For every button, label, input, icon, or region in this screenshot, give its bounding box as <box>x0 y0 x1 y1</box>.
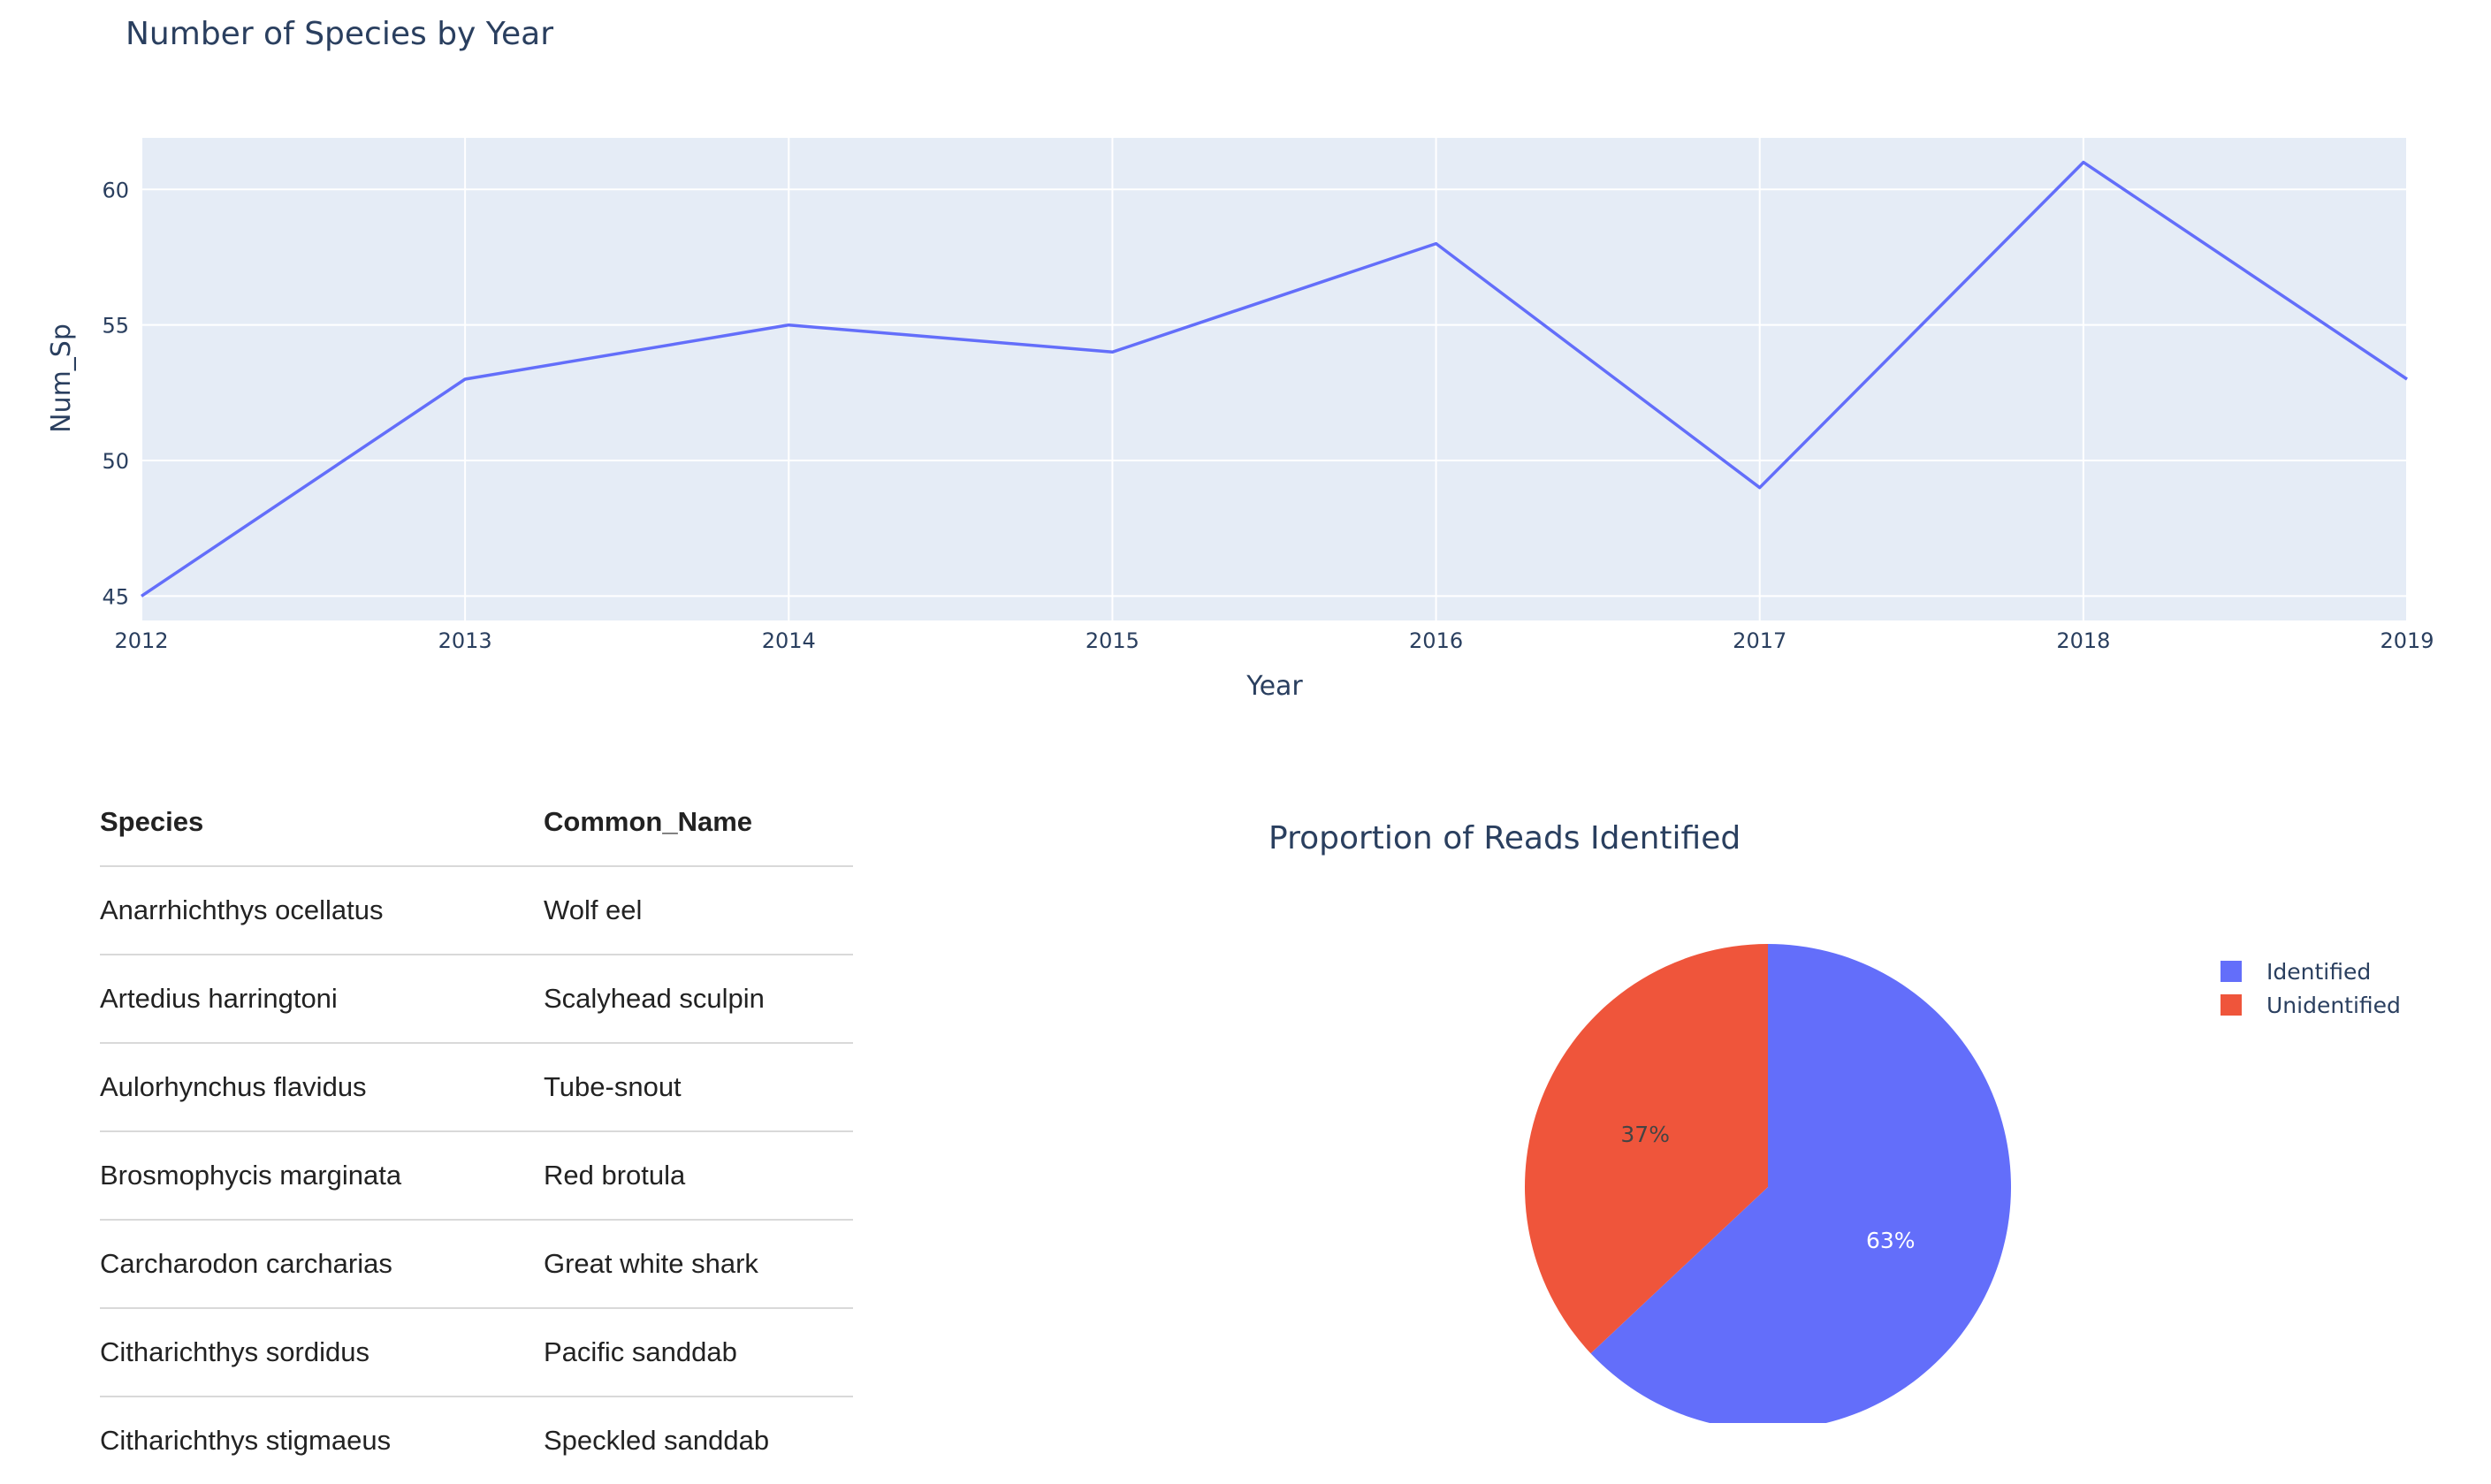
species-cell: Artedius harringtoni <box>100 954 544 1043</box>
x-tick-label: 2019 <box>2380 628 2434 653</box>
legend-label-identified: Identified <box>2266 958 2372 985</box>
species-cell: Anarrhichthys ocellatus <box>100 865 544 955</box>
dashboard: Number of Species by Year 2012 2013 2014 20… <box>0 0 2491 1484</box>
common-name-cell: Scalyhead sculpin <box>544 954 853 1043</box>
table-row: Aulorhynchus flavidus Tube-snout <box>100 1042 853 1131</box>
species-cell: Aulorhynchus flavidus <box>100 1042 544 1131</box>
table-row: Citharichthys sordidus Pacific sanddab <box>100 1307 853 1396</box>
table-row: Anarrhichthys ocellatus Wolf eel <box>100 865 853 955</box>
table-row: Carcharodon carcharias Great white shark <box>100 1219 853 1308</box>
pie-legend: Identified Unidentified <box>2221 955 2401 1022</box>
line-plot-background <box>141 138 2407 620</box>
species-table: Species Common_Name Anarrhichthys ocella… <box>100 778 853 1484</box>
x-tick-label: 2015 <box>1086 628 1139 653</box>
legend-swatch-unidentified <box>2221 994 2242 1016</box>
table-header-species[interactable]: Species <box>100 778 544 866</box>
x-axis-label: Year <box>1246 671 1303 702</box>
x-tick-label: 2016 <box>1409 628 1463 653</box>
line-x-ticks: 2012 2013 2014 2015 2016 2017 2018 2019 <box>114 628 2434 653</box>
common-name-cell: Pacific sanddab <box>544 1307 853 1396</box>
legend-item-identified[interactable]: Identified <box>2221 955 2401 988</box>
common-name-cell: Red brotula <box>544 1130 853 1220</box>
species-cell: Citharichthys stigmaeus <box>100 1396 544 1484</box>
table-header-row: Species Common_Name <box>100 778 853 866</box>
pie-chart-title: Proportion of Reads Identified <box>1268 820 1741 856</box>
x-tick-label: 2013 <box>438 628 492 653</box>
common-name-cell: Wolf eel <box>544 865 853 955</box>
y-tick-label: 50 <box>102 449 129 474</box>
table-row: Brosmophycis marginata Red brotula <box>100 1130 853 1220</box>
y-tick-label: 60 <box>102 178 129 202</box>
legend-label-unidentified: Unidentified <box>2266 992 2401 1018</box>
line-chart[interactable]: 2012 2013 2014 2015 2016 2017 2018 2019 45 50 55 6… <box>0 0 2491 725</box>
x-tick-label: 2018 <box>2056 628 2110 653</box>
common-name-cell: Speckled sanddab <box>544 1396 853 1484</box>
common-name-cell: Great white shark <box>544 1219 853 1308</box>
x-tick-label: 2012 <box>114 628 168 653</box>
y-tick-label: 45 <box>102 584 129 609</box>
line-y-ticks: 45 50 55 60 <box>102 178 129 609</box>
table-row: Citharichthys stigmaeus Speckled sanddab <box>100 1396 853 1484</box>
table-row: Artedius harringtoni Scalyhead sculpin <box>100 954 853 1043</box>
species-cell: Brosmophycis marginata <box>100 1130 544 1220</box>
y-tick-label: 55 <box>102 314 129 339</box>
pie-slices <box>1524 944 2011 1423</box>
x-tick-label: 2014 <box>762 628 816 653</box>
common-name-cell: Tube-snout <box>544 1042 853 1131</box>
species-cell: Carcharodon carcharias <box>100 1219 544 1308</box>
legend-item-unidentified[interactable]: Unidentified <box>2221 988 2401 1022</box>
species-cell: Citharichthys sordidus <box>100 1307 544 1396</box>
table-header-common-name[interactable]: Common_Name <box>544 778 853 866</box>
legend-swatch-identified <box>2221 961 2242 982</box>
x-tick-label: 2017 <box>1733 628 1786 653</box>
y-axis-label: Num_Sp <box>46 323 77 433</box>
